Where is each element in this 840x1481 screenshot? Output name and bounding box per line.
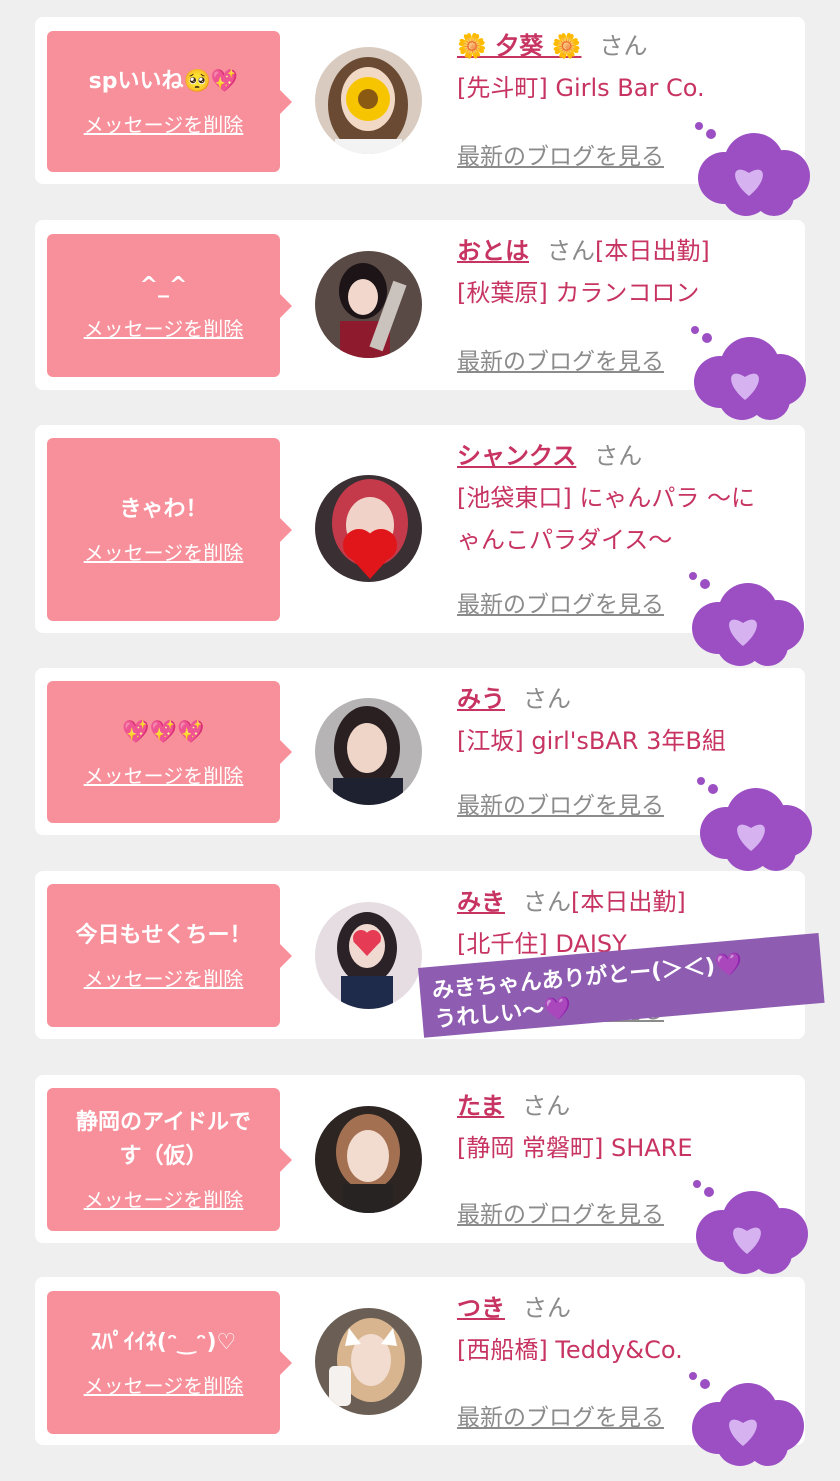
heart-cloud-sticker-icon: [691, 326, 806, 420]
honorific: さん: [599, 32, 648, 60]
view-blog-link[interactable]: 最新のブログを見る: [457, 786, 664, 820]
sunflower-icon: [346, 77, 390, 121]
shop-name: [池袋東口] にゃんパラ 〜にゃんこパラダイス〜: [457, 484, 755, 554]
cast-name-link[interactable]: みき: [457, 888, 505, 916]
heart-cloud-sticker-icon: [693, 1180, 808, 1274]
honorific: さん: [523, 888, 571, 916]
avatar-photo: [315, 251, 422, 358]
message-text: 💖💖💖: [122, 719, 205, 745]
avatar[interactable]: [315, 475, 422, 582]
message-bubble: 静岡のアイドルです（仮） メッセージを削除: [47, 1088, 292, 1231]
shop-name: [江坂] girl'sBAR 3年B組: [457, 727, 726, 755]
cast-name-link[interactable]: おとは: [457, 237, 529, 265]
avatar-photo: [315, 698, 422, 805]
message-text: ｽﾊﾟｲｲﾈ(ᵔ‿ᵔ)♡: [90, 1330, 237, 1355]
cast-name-link[interactable]: たま: [457, 1092, 504, 1120]
message-text: ^_^: [139, 273, 188, 298]
name-line: シャンクス さん: [457, 441, 787, 471]
shop-name: [秋葉原] カランコロン: [457, 279, 700, 307]
shop-name: [静岡 常磐町] SHARE: [457, 1134, 693, 1162]
avatar-photo: [315, 47, 422, 154]
view-blog-link[interactable]: 最新のブログを見る: [457, 137, 664, 171]
view-blog-link[interactable]: 最新のブログを見る: [457, 342, 664, 376]
message-text: 静岡のアイドルです（仮）: [76, 1110, 251, 1169]
avatar-photo: [315, 475, 422, 582]
message-text: 今日もせくちー！: [75, 923, 252, 948]
honorific: さん: [594, 442, 643, 470]
cast-name-link[interactable]: 🌼 夕葵 🌼: [457, 32, 581, 60]
attendance-badge: [本日出勤]: [571, 888, 686, 916]
avatar[interactable]: [315, 1106, 422, 1213]
delete-message-link[interactable]: メッセージを削除: [84, 760, 244, 789]
name-line: 🌼 夕葵 🌼 さん: [457, 31, 787, 61]
avatar[interactable]: [315, 251, 422, 358]
name-line: みき さん[本日出勤]: [457, 887, 787, 917]
heart-cloud-sticker-icon: [689, 1372, 804, 1466]
shop-name: [西船橋] Teddy&Co.: [457, 1336, 683, 1364]
delete-message-link[interactable]: メッセージを削除: [84, 313, 244, 342]
name-line: たま さん: [457, 1091, 787, 1121]
delete-message-link[interactable]: メッセージを削除: [84, 963, 244, 992]
message-text: spいいね🥺💖: [88, 69, 239, 94]
heart-cloud-sticker-icon: [695, 122, 810, 216]
heart-cloud-sticker-icon: [697, 777, 812, 871]
honorific: さん: [522, 1092, 571, 1120]
avatar[interactable]: [315, 1308, 422, 1415]
message-bubble: きゃわ！ メッセージを削除: [47, 438, 292, 621]
message-bubble: spいいね🥺💖 メッセージを削除: [47, 31, 292, 172]
cast-name-link[interactable]: シャンクス: [457, 442, 576, 470]
message-bubble: 💖💖💖 メッセージを削除: [47, 681, 292, 823]
message-text: きゃわ！: [119, 497, 208, 522]
delete-message-link[interactable]: メッセージを削除: [84, 109, 244, 138]
delete-message-link[interactable]: メッセージを削除: [84, 537, 244, 566]
delete-message-link[interactable]: メッセージを削除: [84, 1184, 244, 1213]
avatar-photo: [315, 902, 422, 1009]
delete-message-link[interactable]: メッセージを削除: [84, 1370, 244, 1399]
avatar[interactable]: [315, 902, 422, 1009]
name-line: おとは さん[本日出勤]: [457, 236, 787, 266]
avatar[interactable]: [315, 47, 422, 154]
view-blog-link[interactable]: 最新のブログを見る: [457, 585, 664, 619]
honorific: さん: [523, 685, 571, 713]
avatar-photo: [315, 1106, 422, 1213]
attendance-badge: [本日出勤]: [595, 237, 710, 265]
name-line: みう さん: [457, 684, 787, 714]
honorific: さん: [523, 1294, 571, 1322]
heart-cloud-sticker-icon: [689, 572, 804, 666]
avatar[interactable]: [315, 698, 422, 805]
message-bubble: 今日もせくちー！ メッセージを削除: [47, 884, 292, 1027]
message-bubble: ｽﾊﾟｲｲﾈ(ᵔ‿ᵔ)♡ メッセージを削除: [47, 1291, 292, 1434]
shop-name: [先斗町] Girls Bar Co.: [457, 74, 705, 102]
cast-name-link[interactable]: つき: [457, 1294, 505, 1322]
message-bubble: ^_^ メッセージを削除: [47, 234, 292, 377]
avatar-photo: [315, 1308, 422, 1415]
view-blog-link[interactable]: 最新のブログを見る: [457, 1398, 664, 1432]
name-line: つき さん: [457, 1293, 787, 1323]
view-blog-link[interactable]: 最新のブログを見る: [457, 1195, 664, 1229]
cast-name-link[interactable]: みう: [457, 685, 505, 713]
honorific: さん: [547, 237, 595, 265]
